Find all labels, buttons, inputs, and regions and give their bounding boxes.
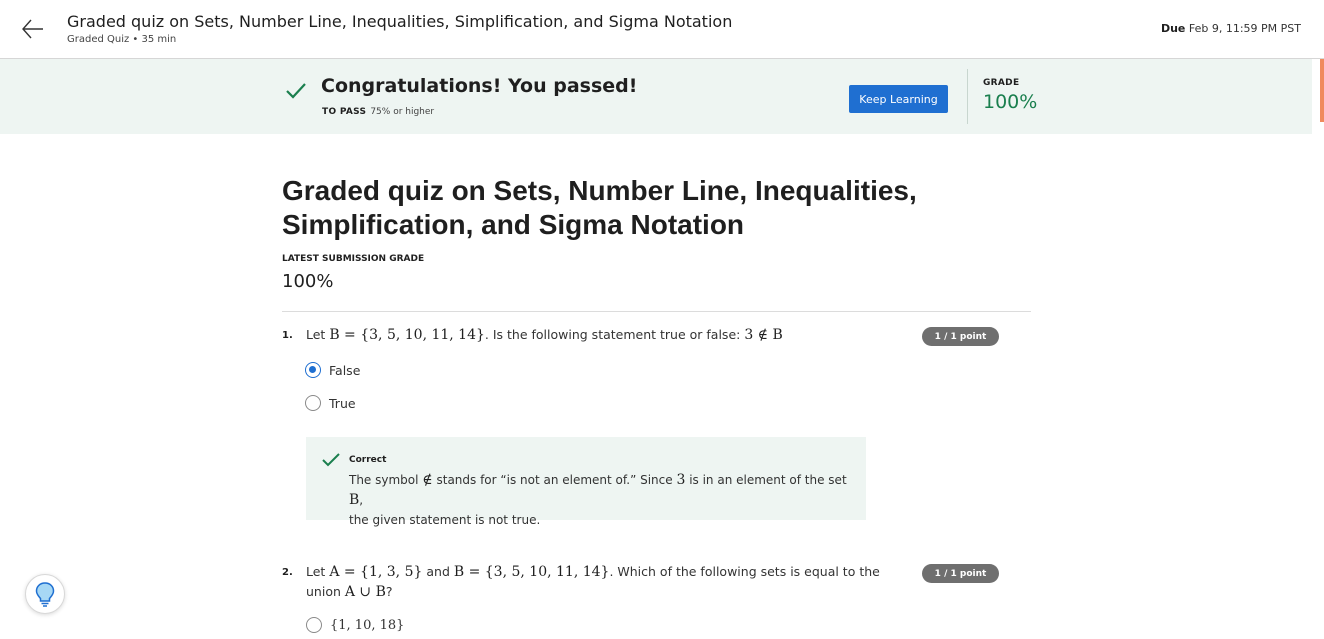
question-text-part: . Which of the following sets is equal t… <box>609 564 880 579</box>
question-text-part: Let <box>306 327 330 342</box>
math-expression: A = {1, 3, 5} <box>329 564 423 580</box>
radio-button[interactable] <box>306 617 322 633</box>
math-expression: ∉ <box>422 472 433 488</box>
radio-button[interactable] <box>305 395 321 411</box>
radio-button[interactable] <box>305 362 321 378</box>
back-arrow-icon <box>22 19 43 39</box>
help-button[interactable] <box>25 574 65 614</box>
points-badge: 1 / 1 point <box>922 327 999 346</box>
grade-value: 100% <box>983 91 1038 113</box>
due-label: Due <box>1160 22 1186 35</box>
question-text: Let A = {1, 3, 5} and B = {3, 5, 10, 11,… <box>306 562 906 602</box>
divider <box>967 69 968 124</box>
to-pass: TO PASS 75% or higher <box>322 107 434 117</box>
feedback-text-part: the given statement is not true. <box>349 513 541 527</box>
feedback-text-part: stands for “is not an element of.” Since <box>432 473 677 487</box>
question-text-part: and <box>422 564 454 579</box>
option-label: {1, 10, 18} <box>330 617 405 633</box>
to-pass-value: 75% or higher <box>370 107 435 117</box>
answer-option[interactable]: False <box>305 362 360 378</box>
question-text-part: ? <box>385 584 393 599</box>
top-bar: Graded quiz on Sets, Number Line, Inequa… <box>0 0 1324 59</box>
answer-option[interactable]: {1, 10, 18} <box>306 617 404 633</box>
pass-message: Congratulations! You passed! <box>321 75 638 97</box>
math-expression: A ∪ B <box>344 584 386 600</box>
checkmark-icon <box>322 453 340 467</box>
answer-option[interactable]: True <box>305 395 356 411</box>
latest-submission-grade: 100% <box>282 271 334 292</box>
due-date: Due Feb 9, 11:59 PM PST <box>1161 22 1301 35</box>
due-value: Feb 9, 11:59 PM PST <box>1188 22 1301 35</box>
question-text-part: . Is the following statement true or fal… <box>484 327 745 342</box>
keep-learning-button[interactable]: Keep Learning <box>849 85 948 113</box>
question-number: 2. <box>282 567 293 578</box>
grade-label: GRADE <box>983 78 1020 88</box>
lightbulb-icon <box>35 582 55 607</box>
math-expression: B <box>349 492 360 508</box>
divider <box>282 311 1031 312</box>
question-text: Let B = {3, 5, 10, 11, 14}. Is the follo… <box>306 325 906 345</box>
question-number: 1. <box>282 330 293 341</box>
feedback-text: The symbol ∉ stands for “is not an eleme… <box>349 470 861 530</box>
math-expression: B = {3, 5, 10, 11, 14} <box>329 327 485 343</box>
back-button[interactable] <box>20 16 46 42</box>
math-expression: B = {3, 5, 10, 11, 14} <box>453 564 610 580</box>
to-pass-label: TO PASS <box>322 107 367 117</box>
pass-banner <box>0 59 1312 134</box>
feedback-text-part: The symbol <box>349 473 423 487</box>
checkmark-icon <box>286 83 306 99</box>
feedback-label: Correct <box>349 455 387 465</box>
question-text-part: Let <box>306 564 330 579</box>
option-label: False <box>329 362 361 378</box>
feedback-box: Correct The symbol ∉ stands for “is not … <box>306 437 866 527</box>
math-expression: 3 ∉ B <box>744 327 783 343</box>
question-text-part: union <box>306 584 345 599</box>
option-label: True <box>329 395 356 411</box>
points-badge: 1 / 1 point <box>922 564 999 583</box>
latest-submission-label: LATEST SUBMISSION GRADE <box>282 254 425 264</box>
feedback-text-part: is in an element of the set <box>685 473 847 487</box>
header-title: Graded quiz on Sets, Number Line, Inequa… <box>67 12 733 31</box>
scroll-indicator <box>1320 59 1324 122</box>
header-subtitle: Graded Quiz • 35 min <box>67 34 177 45</box>
feedback-text-part: , <box>359 493 364 507</box>
page-title: Graded quiz on Sets, Number Line, Inequa… <box>282 175 917 240</box>
